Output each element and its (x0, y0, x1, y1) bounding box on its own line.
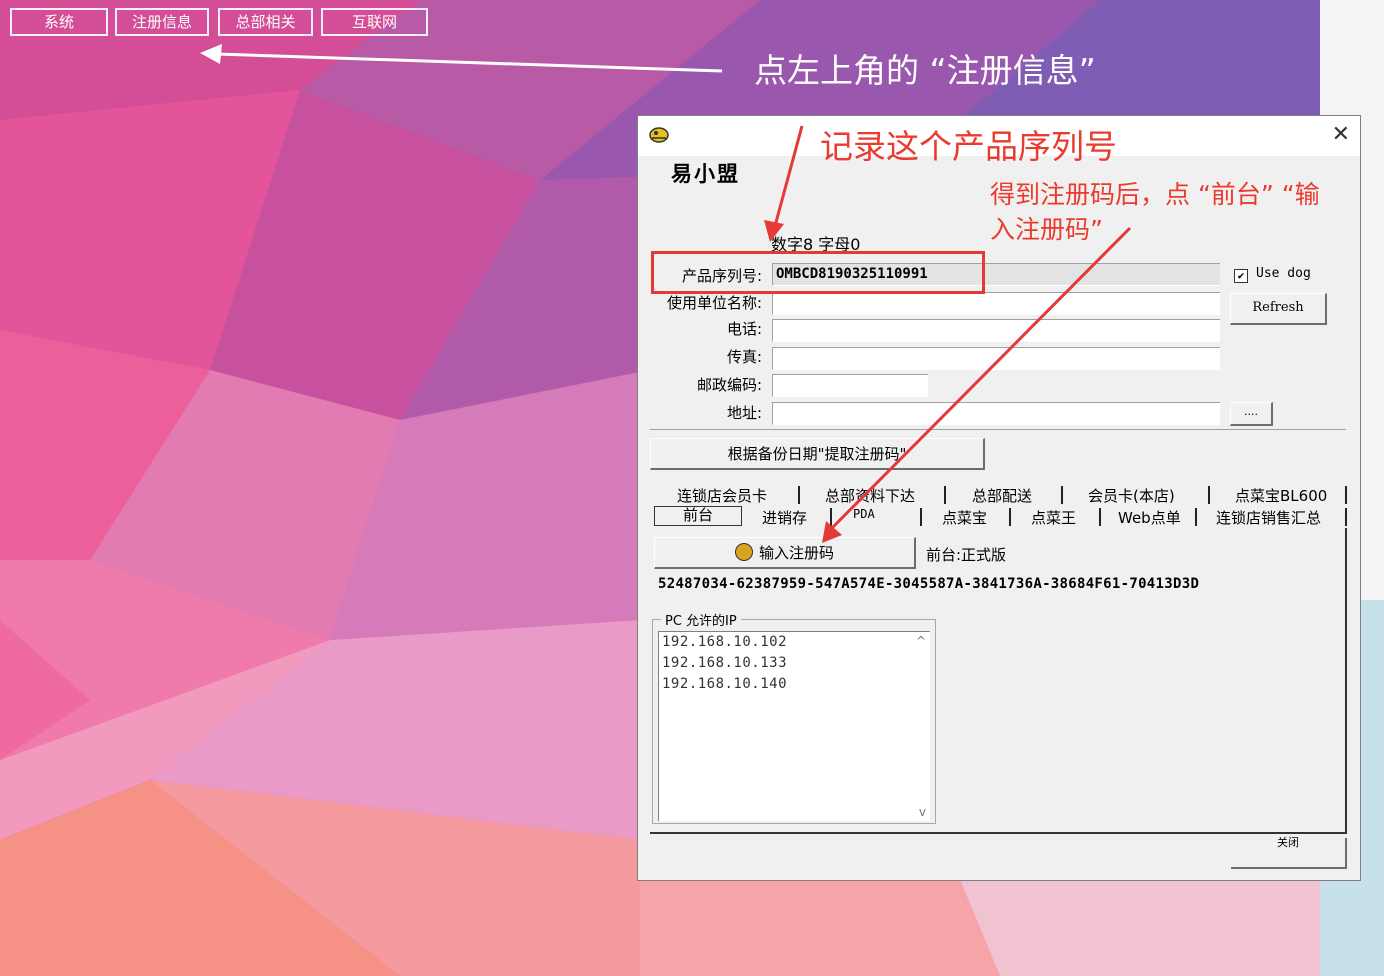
key-icon (734, 543, 753, 561)
close-icon[interactable]: ✕ (1332, 122, 1350, 148)
tab-front-desk[interactable]: 前台 (654, 506, 742, 526)
company-label: 使用单位名称: (666, 294, 762, 312)
app-icon (648, 124, 670, 148)
list-item[interactable]: 192.168.10.102 (659, 632, 930, 653)
tab-member-card-local[interactable]: 会员卡(本店) (1088, 485, 1175, 506)
scroll-up-icon[interactable]: ^ (916, 634, 926, 648)
address-label: 地址: (726, 404, 762, 422)
tab-separator (1009, 508, 1011, 526)
tab-separator (830, 508, 832, 526)
allowed-ip-title: PC 允许的IP (661, 610, 741, 629)
tab-hq-data[interactable]: 总部资料下达 (825, 485, 915, 506)
tab-separator (1208, 486, 1210, 504)
phone-field[interactable] (772, 319, 1220, 342)
tab-dcb-bl600[interactable]: 点菜宝BL600 (1235, 485, 1327, 506)
browse-button[interactable]: .... (1230, 402, 1273, 426)
tab-separator (1099, 508, 1101, 526)
postcode-field[interactable] (772, 374, 928, 397)
tab-web-order[interactable]: Web点单 (1118, 507, 1181, 528)
close-dialog-button[interactable]: 关闭 (1231, 837, 1347, 869)
postcode-label: 邮政编码: (696, 376, 762, 394)
use-dog-label: Use dog (1256, 266, 1311, 281)
app-name: 易小盟 (671, 161, 740, 186)
allowed-ip-group: PC 允许的IP 192.168.10.102 192.168.10.133 1… (652, 610, 936, 824)
scroll-down-icon[interactable]: v (919, 805, 926, 819)
use-dog-checkbox[interactable]: ✔ Use dog (1234, 266, 1311, 283)
phone-label: 电话: (726, 320, 762, 338)
list-item[interactable]: 192.168.10.133 (659, 653, 930, 674)
tab-separator (944, 486, 946, 504)
tab-chain-sales-summary[interactable]: 连锁店销售汇总 (1216, 507, 1321, 528)
tab-pda[interactable]: PDA (853, 507, 875, 521)
serial-highlight-box (651, 251, 985, 294)
tab-separator (1345, 486, 1347, 504)
registration-code-text: 52487034-62387959-547A574E-3045587A-3841… (658, 576, 1200, 592)
registration-annotation-line1: 得到注册码后，点 “前台” “输 (990, 180, 1320, 209)
address-field[interactable] (772, 402, 1220, 425)
company-field[interactable] (772, 292, 1220, 315)
tab-separator (920, 508, 922, 526)
list-item[interactable]: 192.168.10.140 (659, 674, 930, 695)
fax-field[interactable] (772, 347, 1220, 370)
checkmark-icon: ✔ (1234, 269, 1248, 283)
enter-code-label: 输入注册码 (758, 544, 834, 562)
tab-separator (1061, 486, 1063, 504)
refresh-button[interactable]: Refresh (1230, 293, 1327, 325)
front-version-status: 前台:正式版 (926, 546, 1007, 564)
enter-registration-code-button[interactable]: 输入注册码 (654, 537, 916, 569)
allowed-ip-list[interactable]: 192.168.10.102 192.168.10.133 192.168.10… (658, 631, 930, 821)
tab-inventory[interactable]: 进销存 (762, 507, 807, 528)
tab-separator (1195, 508, 1197, 526)
divider (650, 429, 1346, 430)
serial-annotation-text: 记录这个产品序列号 (820, 127, 1117, 166)
tab-hq-delivery[interactable]: 总部配送 (972, 485, 1032, 506)
tab-chain-member-card[interactable]: 连锁店会员卡 (677, 485, 767, 506)
instruction-caption: 点左上角的 “注册信息” (754, 51, 1096, 90)
tab-separator (1345, 508, 1347, 526)
tab-panel-edge (1345, 528, 1347, 834)
fetch-registration-button[interactable]: 根据备份日期"提取注册码" (650, 438, 985, 470)
fax-label: 传真: (726, 348, 762, 366)
registration-annotation-line2: 入注册码” (990, 215, 1103, 244)
tab-panel-bottom (650, 832, 1347, 834)
tab-separator (798, 486, 800, 504)
tab-diancaibao[interactable]: 点菜宝 (942, 507, 987, 528)
tab-diancaiwang[interactable]: 点菜王 (1031, 507, 1076, 528)
